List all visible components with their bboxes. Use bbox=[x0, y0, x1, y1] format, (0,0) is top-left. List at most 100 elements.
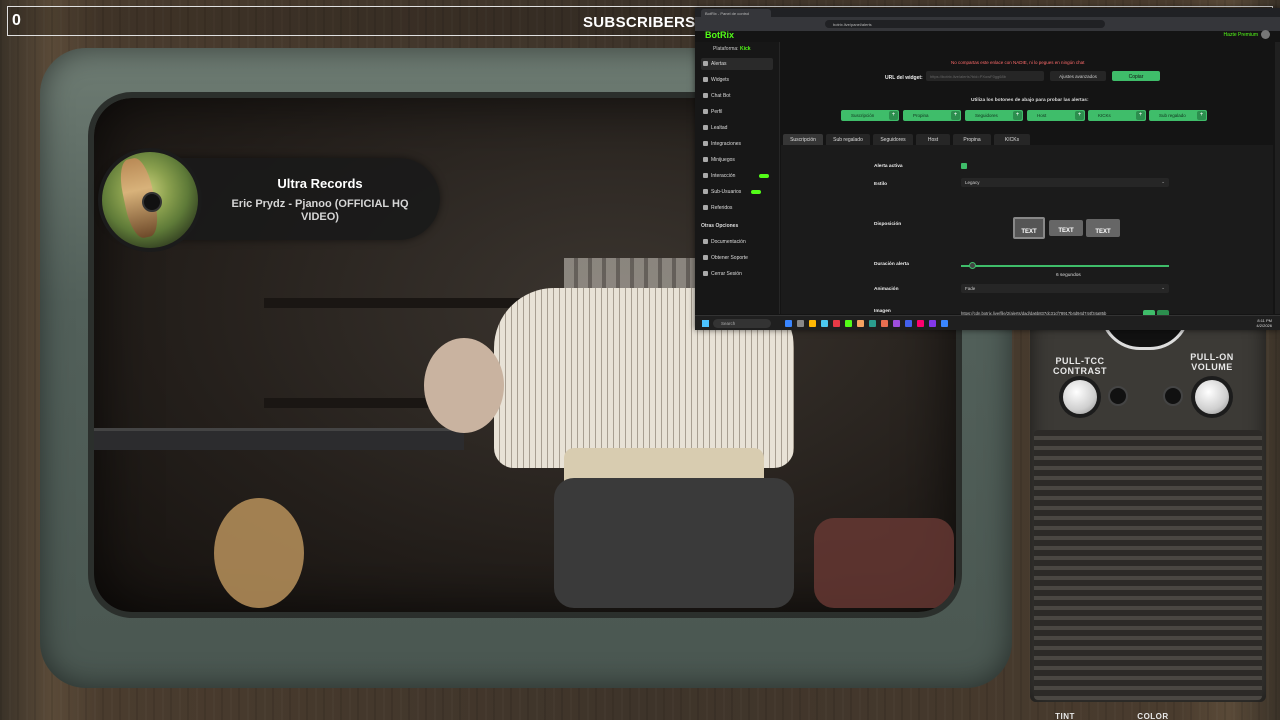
other-options-heading: Otras Opciones bbox=[701, 223, 739, 229]
test-host-button[interactable]: Host + bbox=[1027, 110, 1085, 121]
now-playing-card: Ultra Records Eric Prydz - Pjanoo (OFFIC… bbox=[98, 148, 440, 252]
test-gifted-sub-button[interactable]: Sub regalado + bbox=[1149, 110, 1207, 121]
guitar bbox=[214, 498, 304, 608]
subscriber-title: SUBSCRIBERS bbox=[583, 14, 696, 31]
app-icon[interactable] bbox=[893, 320, 900, 327]
contrast-knob bbox=[1063, 380, 1097, 414]
plus-icon: + bbox=[889, 111, 898, 120]
beta-badge bbox=[759, 174, 769, 178]
test-button-label: Sub regalado bbox=[1159, 113, 1186, 118]
tab-propina[interactable]: Propina bbox=[953, 134, 991, 145]
chevron-down-icon: ⌄ bbox=[1161, 179, 1165, 184]
duration-readout: 6 segundos bbox=[1056, 273, 1081, 278]
support-icon bbox=[703, 255, 708, 260]
sidebar-item-label: Cerrar Sesión bbox=[711, 271, 742, 277]
sidebar-item-chat-bot[interactable]: Chat Bot bbox=[701, 90, 773, 102]
browser-window[interactable]: BotRix - Panel de control botrix.live/pa… bbox=[695, 8, 1280, 330]
layout-option-image-top[interactable]: TEXT bbox=[1013, 217, 1045, 239]
tint-label: TINT bbox=[1055, 712, 1075, 720]
test-kicks-button[interactable]: KICKs + bbox=[1088, 110, 1146, 121]
stream-scene: PULL-TCC CONTRAST PULL-ON VOLUME TINT CO… bbox=[0, 0, 1280, 720]
widget-url-label: URL del widget: bbox=[885, 75, 923, 81]
test-button-label: Host bbox=[1037, 113, 1047, 118]
sidebar-item-label: Integraciones bbox=[711, 141, 742, 147]
app-icon[interactable] bbox=[905, 320, 912, 327]
browser-tab-strip: BotRix - Panel de control bbox=[695, 8, 1280, 17]
platform-value: Kick bbox=[739, 46, 751, 52]
duration-label: Duración alerta bbox=[874, 262, 909, 267]
folder-icon[interactable] bbox=[809, 320, 816, 327]
app-icon[interactable] bbox=[917, 320, 924, 327]
sidebar-item-cerrar-sesion[interactable]: Cerrar Sesión bbox=[701, 268, 773, 280]
test-tip-button[interactable]: Propina + bbox=[903, 110, 961, 121]
sidebar-item-alertas[interactable]: Alertas bbox=[701, 58, 773, 70]
small-knob bbox=[1163, 386, 1183, 406]
test-followers-button[interactable]: Seguidores + bbox=[965, 110, 1023, 121]
style-select[interactable]: Legacy ⌄ bbox=[961, 178, 1169, 187]
now-playing-song: Eric Prydz - Pjanoo (OFFICIAL HQ VIDEO) bbox=[231, 198, 409, 223]
tab-suscripcion[interactable]: Suscripción bbox=[783, 134, 823, 145]
browser-tab[interactable]: BotRix - Panel de control bbox=[701, 9, 771, 17]
sidebar-item-label: Chat Bot bbox=[711, 93, 731, 99]
sidebar-item-interaccion[interactable]: Interacción bbox=[701, 170, 773, 182]
app-icon[interactable] bbox=[845, 320, 852, 327]
subscriber-start-count: 0 bbox=[12, 12, 21, 29]
duration-value: 6 bbox=[1056, 273, 1059, 278]
browser-toolbar: botrix.live/panel/alerts bbox=[695, 17, 1280, 31]
taskbar-clock[interactable]: 8:11 PM 4/2/2026 bbox=[1256, 318, 1272, 328]
widget-url-field[interactable]: https://botrix.live/alerts?bid=PXowF0gg6… bbox=[926, 71, 1044, 81]
tab-seguidores[interactable]: Seguidores bbox=[873, 134, 913, 145]
premium-link[interactable]: Hazte Premium bbox=[1224, 32, 1258, 38]
layout-option-text-only[interactable]: TEXT bbox=[1086, 219, 1120, 237]
address-bar[interactable]: botrix.live/panel/alerts bbox=[825, 20, 1105, 28]
loyalty-icon bbox=[703, 125, 708, 130]
test-button-label: Suscripción bbox=[851, 113, 875, 118]
now-playing-artist: Ultra Records bbox=[277, 176, 363, 191]
app-icon[interactable] bbox=[833, 320, 840, 327]
tab-host[interactable]: Host bbox=[916, 134, 950, 145]
layout-option-text: TEXT bbox=[1095, 229, 1111, 235]
sidebar-item-referidos[interactable]: Referidos bbox=[701, 202, 773, 214]
app-icon[interactable] bbox=[869, 320, 876, 327]
clothing-pile bbox=[814, 518, 954, 608]
platform-indicator: Plataforma: Kick bbox=[713, 46, 751, 52]
layout-label: Disposición bbox=[874, 222, 902, 227]
bell-icon bbox=[703, 61, 708, 66]
chrome-icon[interactable] bbox=[857, 320, 864, 327]
app-icon[interactable] bbox=[797, 320, 804, 327]
layout-option-image-left[interactable]: TEXT bbox=[1049, 220, 1083, 236]
sidebar-item-widgets[interactable]: Widgets bbox=[701, 74, 773, 86]
animation-select[interactable]: Fade ⌄ bbox=[961, 284, 1169, 293]
scrollbar[interactable] bbox=[1275, 42, 1280, 314]
windows-start-icon[interactable] bbox=[702, 320, 709, 327]
test-button-label: KICKs bbox=[1098, 113, 1111, 118]
sidebar-item-sub-usuarios[interactable]: Sub-Usuarios bbox=[701, 186, 773, 198]
app-icon[interactable] bbox=[881, 320, 888, 327]
avatar[interactable] bbox=[1261, 30, 1270, 39]
app-icon[interactable] bbox=[941, 320, 948, 327]
tab-kicks[interactable]: KICKs bbox=[994, 134, 1030, 145]
alert-active-checkbox[interactable] bbox=[961, 163, 967, 169]
app-icon[interactable] bbox=[785, 320, 792, 327]
app-icon[interactable] bbox=[821, 320, 828, 327]
plus-icon: + bbox=[1136, 111, 1145, 120]
sidebar-item-lealtad[interactable]: Lealtad bbox=[701, 122, 773, 134]
duration-slider-handle[interactable] bbox=[969, 262, 976, 269]
taskbar-search[interactable]: Search bbox=[713, 319, 771, 328]
advanced-settings-button[interactable]: Ajustes avanzados bbox=[1050, 71, 1106, 81]
plus-icon: + bbox=[1197, 111, 1206, 120]
sidebar-item-soporte[interactable]: Obtener Soporte bbox=[701, 252, 773, 264]
test-subscription-button[interactable]: Suscripción + bbox=[841, 110, 899, 121]
volume-label: PULL-ON VOLUME bbox=[1190, 352, 1234, 372]
duration-slider[interactable] bbox=[961, 265, 1169, 267]
sidebar-item-label: Minijuegos bbox=[711, 157, 735, 163]
sidebar-item-documentacion[interactable]: Documentación bbox=[701, 236, 773, 248]
test-button-label: Propina bbox=[913, 113, 929, 118]
tab-sub-regalado[interactable]: Sub regalado bbox=[826, 134, 870, 145]
sidebar-item-perfil[interactable]: Perfil bbox=[701, 106, 773, 118]
copy-button[interactable]: Copiar bbox=[1112, 71, 1160, 81]
sidebar-item-integraciones[interactable]: Integraciones bbox=[701, 138, 773, 150]
botrix-logo[interactable]: BotRix bbox=[705, 30, 734, 40]
app-icon[interactable] bbox=[929, 320, 936, 327]
sidebar-item-minijuegos[interactable]: Minijuegos bbox=[701, 154, 773, 166]
